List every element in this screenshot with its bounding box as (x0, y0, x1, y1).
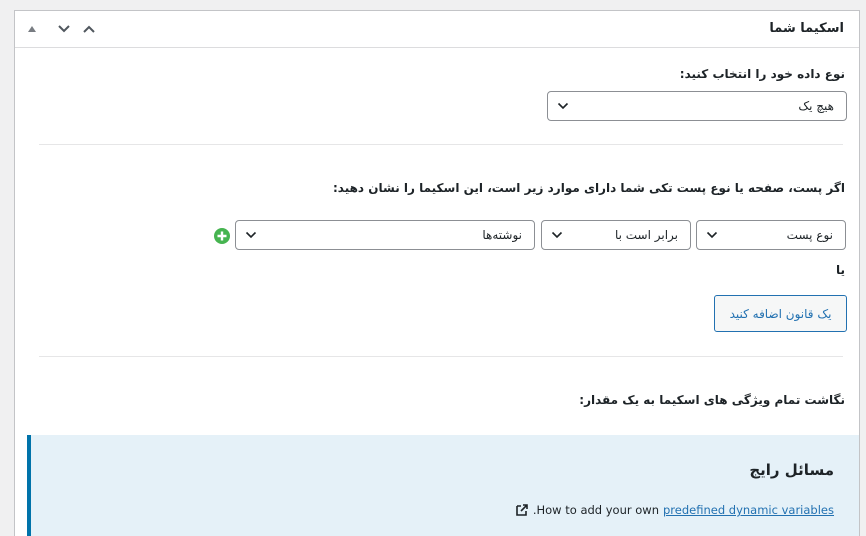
schema-panel: اسکیما شما نوع داده خود را انتخاب کنید: … (14, 10, 860, 536)
rules-label: اگر پست، صفحه یا نوع پست تکی شما دارای م… (332, 181, 845, 195)
chevron-down-icon (245, 231, 257, 239)
chevron-down-icon (551, 231, 563, 239)
dynamic-variables-link[interactable]: predefined dynamic variables (663, 503, 834, 517)
panel-header: اسکیما شما (15, 11, 859, 48)
help-line: . How to add your own predefined dynamic… (515, 503, 834, 517)
panel-title: اسکیما شما (769, 21, 844, 36)
mapping-label: نگاشت تمام ویژگی های اسکیما به یک مقدار: (579, 393, 845, 407)
add-rule-button[interactable]: یک قانون اضافه کنید (714, 295, 847, 332)
move-up-icon[interactable] (77, 18, 101, 40)
common-issues-title: مسائل رایج (749, 461, 834, 479)
external-link-icon (516, 504, 528, 516)
rule-param-select[interactable]: نوع پست (696, 220, 846, 250)
or-label: یا (835, 263, 845, 277)
rule-operator-value: برابر است با (614, 228, 678, 242)
chevron-down-icon (706, 231, 718, 239)
data-type-select[interactable]: هیچ یک (547, 91, 847, 121)
rule-param-value: نوع پست (786, 228, 833, 242)
chevron-down-icon (557, 102, 569, 110)
rule-operator-select[interactable]: برابر است با (541, 220, 691, 250)
data-type-value: هیچ یک (798, 99, 834, 113)
common-issues-notice: مسائل رایج . How to add your own predefi… (27, 435, 859, 536)
data-type-label: نوع داده خود را انتخاب کنید: (679, 67, 845, 81)
move-down-icon[interactable] (52, 18, 76, 40)
rule-value-value: نوشته‌ها (482, 228, 522, 242)
rule-value-select[interactable]: نوشته‌ها (235, 220, 535, 250)
divider (39, 356, 843, 357)
help-prefix: How to add your own (536, 503, 660, 517)
collapse-arrow-icon[interactable] (20, 18, 44, 40)
divider (39, 144, 843, 145)
add-condition-icon[interactable] (213, 227, 231, 245)
